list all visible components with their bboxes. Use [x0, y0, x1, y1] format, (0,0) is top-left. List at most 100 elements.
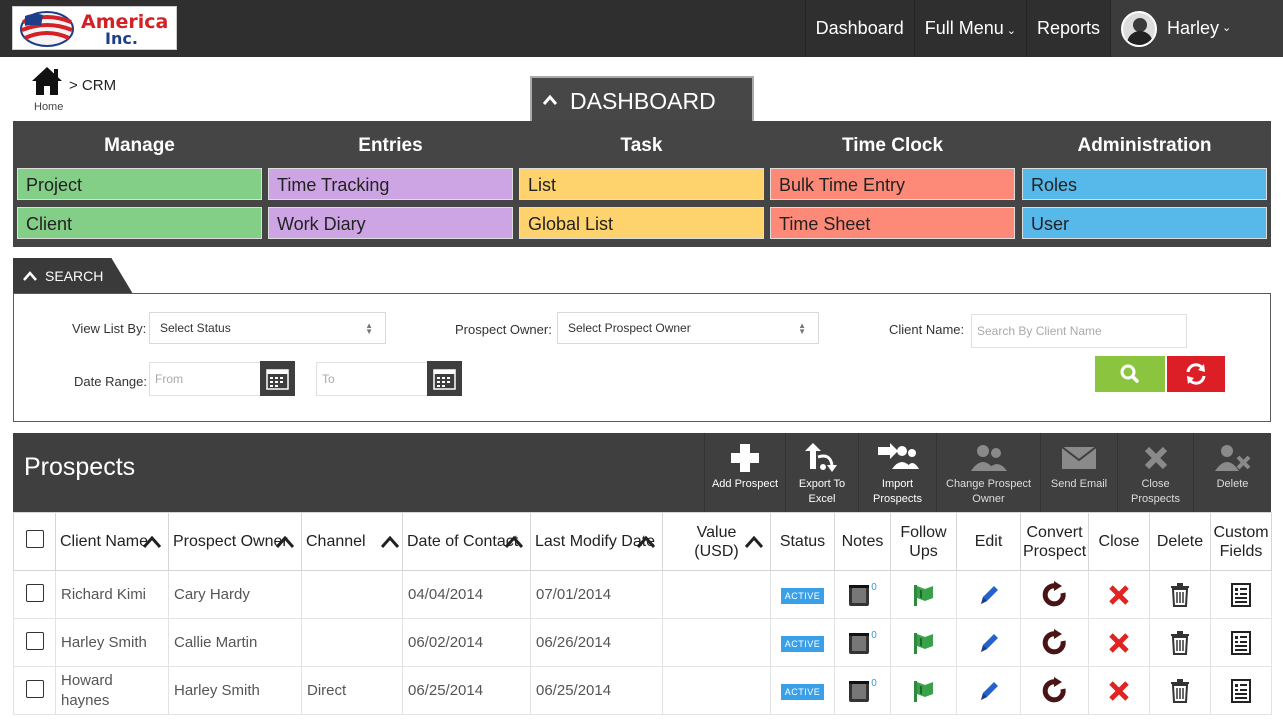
custom-fields-cell[interactable] — [1210, 666, 1272, 715]
home-label[interactable]: Home — [34, 101, 63, 113]
close-prospects-button[interactable]: Close Prospects — [1117, 433, 1193, 513]
client-name-input[interactable]: Search By Client Name — [971, 314, 1187, 348]
add-prospect-button[interactable]: Add Prospect — [704, 433, 785, 513]
close-cell[interactable] — [1088, 666, 1150, 715]
notes-count: 0 — [871, 582, 877, 593]
col-date-of-contact[interactable]: Date of Contact — [402, 512, 531, 571]
dashboard-link-time-sheet[interactable]: Time Sheet — [770, 207, 1015, 239]
import-prospects-label: Import Prospects — [873, 478, 922, 505]
date-to-input[interactable]: To — [316, 362, 428, 396]
trash-icon — [1171, 630, 1189, 655]
value-cell — [662, 666, 771, 715]
change-owner-button[interactable]: Change Prospect Owner — [936, 433, 1040, 513]
notes-cell[interactable]: 0 — [834, 570, 891, 619]
value-cell — [662, 618, 771, 667]
edit-cell[interactable] — [956, 666, 1021, 715]
dashboard-column-manage: Manage Project Client — [17, 121, 262, 246]
delete-prospects-button[interactable]: Delete — [1193, 433, 1271, 513]
col-convert-prospect: Convert Prospect — [1020, 512, 1089, 571]
dashboard-toggle[interactable]: DASHBOARD — [530, 76, 754, 122]
send-email-button[interactable]: Send Email — [1040, 433, 1117, 513]
users-icon — [970, 445, 1007, 471]
status-select[interactable]: Select Status ▲ ▼ — [149, 312, 386, 344]
search-title: SEARCH — [45, 268, 104, 284]
row-checkbox[interactable] — [25, 583, 44, 602]
row-checkbox[interactable] — [25, 679, 44, 698]
col-client-name[interactable]: Client Name — [55, 512, 169, 571]
document-icon — [1231, 678, 1251, 703]
breadcrumb-path: > CRM — [69, 77, 117, 94]
dashboard-link-work-diary[interactable]: Work Diary — [268, 207, 513, 239]
custom-fields-cell[interactable] — [1210, 570, 1272, 619]
status-badge: ACTIVE — [780, 587, 825, 604]
send-email-label: Send Email — [1050, 478, 1108, 490]
row-checkbox[interactable] — [25, 631, 44, 650]
edit-cell[interactable] — [956, 570, 1021, 619]
sort-up-icon — [744, 535, 764, 548]
dashboard-panel: Manage Project Client Entries Time Track… — [13, 121, 1271, 247]
notes-cell[interactable]: 0 — [834, 666, 891, 715]
edit-cell[interactable] — [956, 618, 1021, 667]
delete-cell[interactable] — [1149, 666, 1211, 715]
sort-up-icon — [142, 535, 162, 548]
col-delete: Delete — [1149, 512, 1211, 571]
prospect-owner-select[interactable]: Select Prospect Owner ▲ ▼ — [557, 312, 819, 344]
nav-reports[interactable]: Reports — [1025, 0, 1110, 57]
nav-dashboard[interactable]: Dashboard — [804, 0, 914, 57]
delete-cell[interactable] — [1149, 618, 1211, 667]
follow-ups-cell[interactable] — [890, 570, 957, 619]
notes-icon — [849, 584, 870, 606]
dashboard-link-roles[interactable]: Roles — [1022, 168, 1267, 200]
client-name-cell[interactable]: Howard haynes — [55, 666, 169, 715]
date-range-label: Date Range: — [74, 374, 147, 389]
col-channel[interactable]: Channel — [301, 512, 403, 571]
dashboard-link-list[interactable]: List — [519, 168, 764, 200]
home-icon[interactable] — [31, 66, 63, 96]
calendar-to-button[interactable] — [427, 361, 462, 396]
close-cell[interactable] — [1088, 570, 1150, 619]
nav-full-menu[interactable]: Full Menu ⌄ — [913, 0, 1026, 57]
user-menu[interactable]: Harley ⌄ — [1110, 0, 1283, 57]
close-cell[interactable] — [1088, 618, 1150, 667]
dashboard-link-global-list[interactable]: Global List — [519, 207, 764, 239]
col-custom-fields: Custom Fields — [1210, 512, 1272, 571]
custom-fields-cell[interactable] — [1210, 618, 1272, 667]
chevron-down-icon: ⌄ — [1222, 22, 1232, 34]
dashboard-link-project[interactable]: Project — [17, 168, 262, 200]
company-logo[interactable]: America Inc. — [12, 6, 177, 50]
col-status: Status — [770, 512, 835, 571]
dashboard-link-user[interactable]: User — [1022, 207, 1267, 239]
calendar-from-button[interactable] — [260, 361, 295, 396]
select-all-checkbox[interactable] — [25, 530, 44, 548]
dashboard-column-entries: Entries Time Tracking Work Diary — [268, 121, 513, 246]
dashboard-link-bulk-time-entry[interactable]: Bulk Time Entry — [770, 168, 1015, 200]
search-toggle[interactable]: SEARCH — [13, 258, 133, 294]
user-delete-icon — [1214, 445, 1250, 471]
follow-ups-cell[interactable] — [890, 618, 957, 667]
close-icon — [1109, 632, 1129, 653]
notes-cell[interactable]: 0 — [834, 618, 891, 667]
convert-prospect-cell[interactable] — [1020, 618, 1089, 667]
col-value[interactable]: Value (USD) — [662, 512, 771, 571]
search-button[interactable] — [1095, 356, 1165, 392]
col-last-modify-date[interactable]: Last Modify Date — [530, 512, 663, 571]
export-excel-button[interactable]: Export To Excel — [785, 433, 858, 513]
col-prospect-owner[interactable]: Prospect Owner — [168, 512, 302, 571]
client-name-cell[interactable]: Richard Kimi — [55, 570, 169, 619]
add-prospect-label: Add Prospect — [711, 478, 779, 490]
dashboard-link-time-tracking[interactable]: Time Tracking — [268, 168, 513, 200]
delete-cell[interactable] — [1149, 570, 1211, 619]
change-owner-label: Change Prospect Owner — [946, 478, 1031, 505]
prospect-owner-cell: Callie Martin — [168, 618, 302, 667]
date-from-input[interactable]: From — [149, 362, 261, 396]
reset-button[interactable] — [1167, 356, 1225, 392]
convert-prospect-cell[interactable] — [1020, 570, 1089, 619]
status-cell: ACTIVE — [770, 666, 835, 715]
client-name-cell[interactable]: Harley Smith — [55, 618, 169, 667]
import-prospects-button[interactable]: Import Prospects — [858, 433, 936, 513]
convert-prospect-cell[interactable] — [1020, 666, 1089, 715]
prospects-toolbar: Prospects Add Prospect Export To Excel I… — [13, 433, 1271, 513]
follow-ups-cell[interactable] — [890, 666, 957, 715]
chevron-down-icon: ⌄ — [1006, 25, 1016, 37]
dashboard-link-client[interactable]: Client — [17, 207, 262, 239]
